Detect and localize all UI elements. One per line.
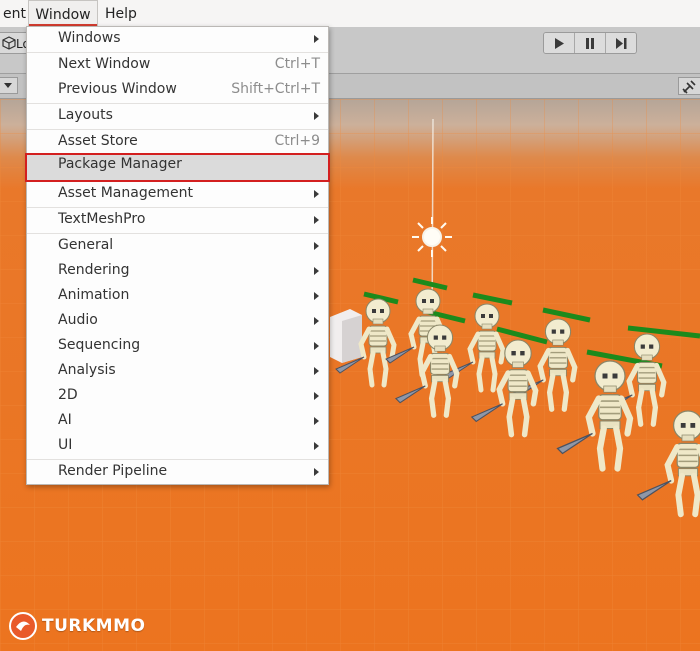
menu-item-label: Render Pipeline [58,463,168,479]
menu-item-shortcut: Ctrl+T [274,56,320,72]
menu-item-label: UI [58,437,73,453]
menu-item-label: Layouts [58,107,113,123]
window-menu-dropdown: Windows Next Window Ctrl+T Previous Wind… [25,26,330,485]
wrench-icon [682,80,696,94]
submenu-arrow-icon [314,35,319,43]
menu-help[interactable]: Help [99,0,143,27]
menu-window[interactable]: Window [28,0,98,27]
menu-item-sequencing[interactable]: Sequencing [27,334,328,358]
menu-item-next-window[interactable]: Next Window Ctrl+T [27,53,328,77]
menu-item-ui[interactable]: UI [27,434,328,458]
submenu-arrow-icon [314,468,319,476]
submenu-arrow-icon [314,112,319,120]
menu-item-2d[interactable]: 2D [27,384,328,408]
menu-item-package-manager[interactable]: Package Manager [25,153,330,182]
menu-item-label: Asset Management [58,185,193,201]
menu-item-label: Sequencing [58,337,141,353]
chevron-down-icon [4,83,12,88]
menu-item-analysis[interactable]: Analysis [27,359,328,383]
step-button[interactable] [606,33,636,53]
scene-tools-button[interactable] [678,77,700,95]
submenu-arrow-icon [314,367,319,375]
submenu-arrow-icon [314,317,319,325]
submenu-arrow-icon [314,392,319,400]
step-icon [615,37,626,49]
menu-item-label: 2D [58,387,78,403]
menu-item-windows[interactable]: Windows [27,27,328,51]
menu-item-label: Asset Store [58,133,138,149]
menu-item-textmeshpro[interactable]: TextMeshPro [27,208,328,232]
menu-item-label: AI [58,412,72,428]
menu-item-label: Rendering [58,262,130,278]
menu-item-shortcut: Ctrl+9 [274,133,320,149]
submenu-arrow-icon [314,190,319,198]
menu-item-rendering[interactable]: Rendering [27,259,328,283]
menu-item-label: Windows [58,30,121,46]
menu-bar: ent Window Help [0,0,700,28]
menu-item-shortcut: Shift+Ctrl+T [231,81,320,97]
menu-item-label: Animation [58,287,130,303]
menu-item-label: Next Window [58,56,151,72]
submenu-arrow-icon [314,442,319,450]
menu-item-audio[interactable]: Audio [27,309,328,333]
menu-item-label: General [58,237,114,253]
menu-item-asset-management[interactable]: Asset Management [27,182,328,206]
submenu-arrow-icon [314,242,319,250]
scene-dropdown-button[interactable] [0,77,18,94]
menu-item-ai[interactable]: AI [27,409,328,433]
play-button[interactable] [544,33,575,53]
menu-item-asset-store[interactable]: Asset Store Ctrl+9 [27,130,328,154]
menu-item-label: Previous Window [58,81,177,97]
menu-item-render-pipeline[interactable]: Render Pipeline [27,460,328,484]
pause-icon [586,37,594,49]
menu-item-general[interactable]: General [27,234,328,258]
menu-item-label: Analysis [58,362,116,378]
submenu-arrow-icon [314,417,319,425]
submenu-arrow-icon [314,216,319,224]
turkmmo-logo-icon [9,612,37,640]
directional-light-icon [412,217,452,257]
submenu-arrow-icon [314,267,319,275]
watermark: TURKMMO [8,609,145,643]
watermark-text: TURKMMO [42,616,146,636]
account-button[interactable]: Lo [0,32,30,54]
menu-item-layouts[interactable]: Layouts [27,104,328,128]
play-icon [555,37,564,49]
submenu-arrow-icon [314,342,319,350]
submenu-arrow-icon [314,292,319,300]
menu-item-label: TextMeshPro [58,211,146,227]
menu-item-animation[interactable]: Animation [27,284,328,308]
pause-button[interactable] [575,33,606,53]
menu-item-label: Package Manager [58,156,182,172]
menu-item-previous-window[interactable]: Previous Window Shift+Ctrl+T [27,78,328,102]
menu-item-label: Audio [58,312,98,328]
unity-cube-icon [2,36,16,50]
play-controls [543,32,637,54]
